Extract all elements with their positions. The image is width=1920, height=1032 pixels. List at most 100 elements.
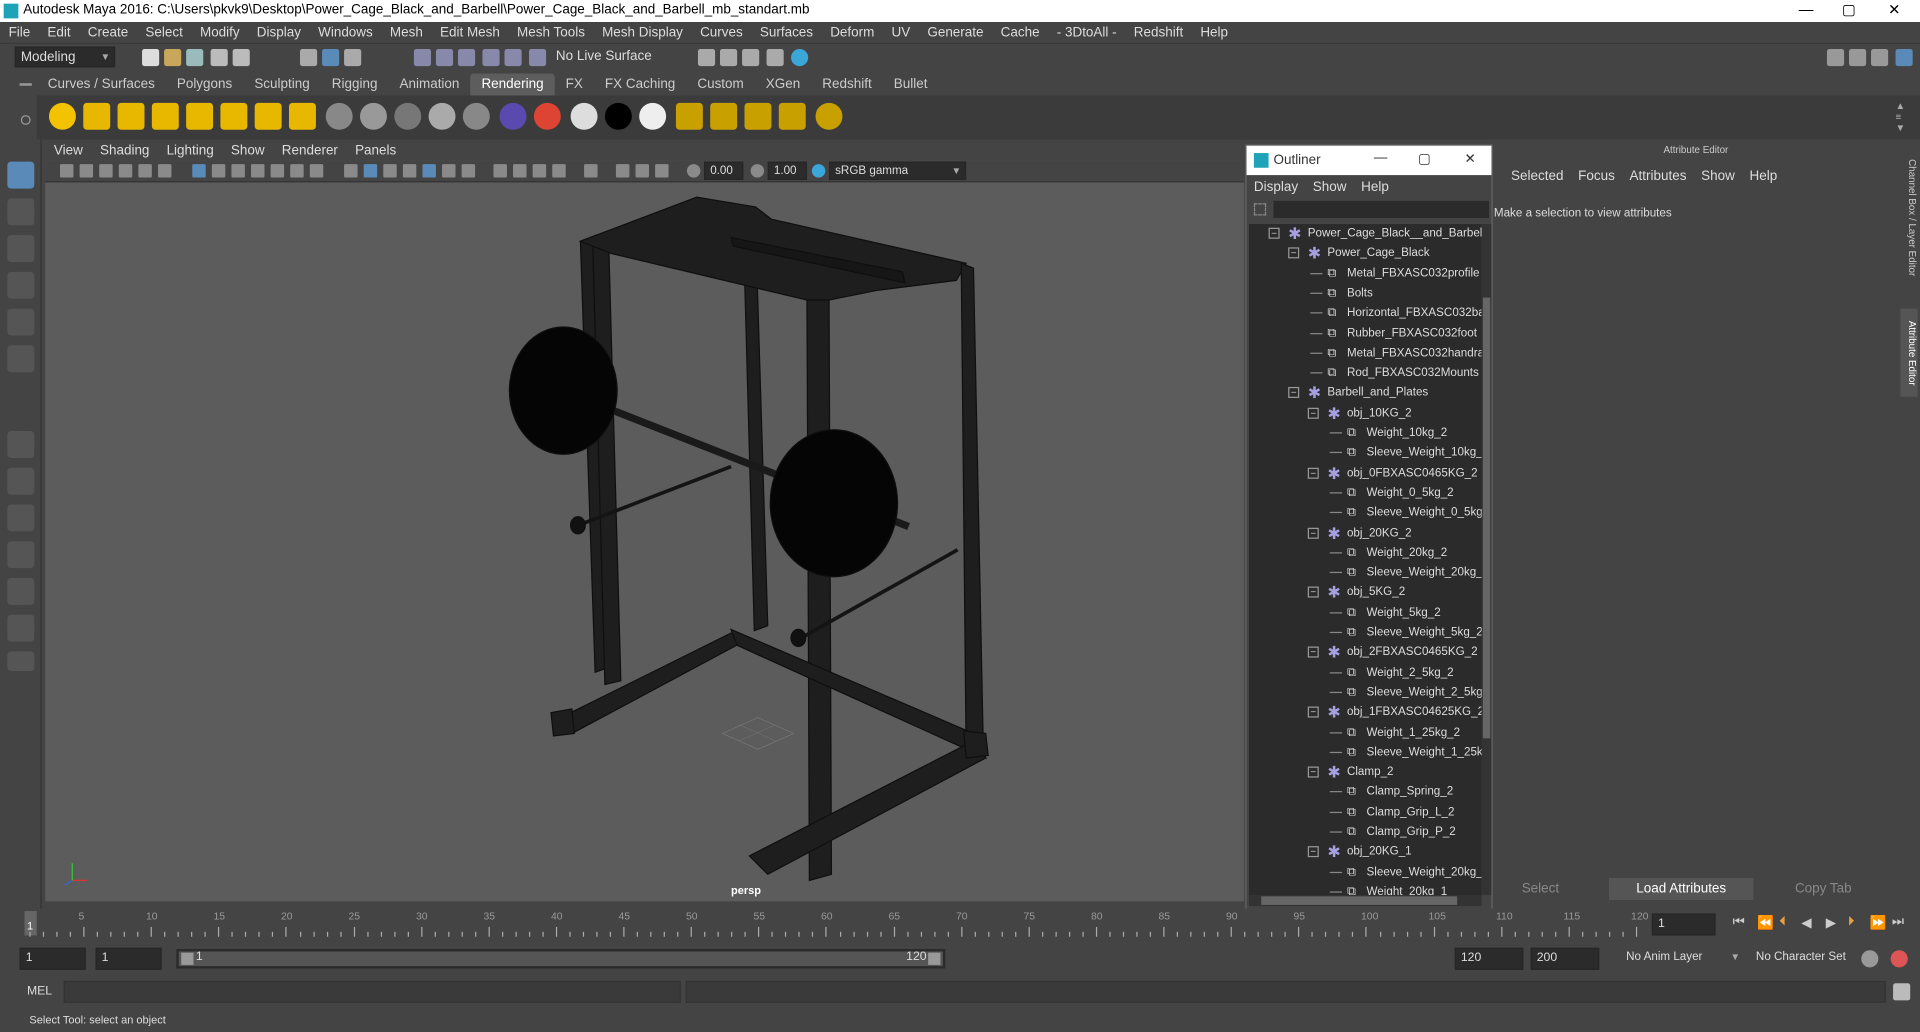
outliner-h-scroll-thumb[interactable] — [1261, 896, 1458, 905]
four-view-layout-icon[interactable] — [7, 467, 35, 495]
preferences-icon[interactable] — [1890, 950, 1908, 968]
menu-surfaces[interactable]: Surfaces — [751, 21, 821, 43]
script-language-label[interactable]: MEL — [27, 984, 52, 997]
select-component-icon[interactable] — [344, 48, 362, 67]
render-settings-icon[interactable] — [766, 48, 784, 67]
render-sequence-icon[interactable] — [744, 102, 772, 130]
step-back-frame-icon[interactable]: ⏴ — [1779, 915, 1786, 931]
menu-windows[interactable]: Windows — [310, 21, 382, 43]
menu-curves[interactable]: Curves — [691, 21, 751, 43]
shelf-tab-fx[interactable]: FX — [555, 73, 594, 95]
outliner-scrollbar[interactable] — [1481, 224, 1492, 896]
menu-cache[interactable]: Cache — [992, 21, 1048, 43]
outliner-menu-display[interactable]: Display — [1247, 178, 1306, 198]
ipr-render-icon[interactable] — [742, 48, 760, 67]
select-object-icon[interactable] — [322, 48, 340, 67]
outliner-item[interactable]: − ✱ Power_Cage_Black — [1249, 244, 1482, 264]
pan-zoom-icon[interactable] — [138, 164, 152, 178]
outliner-scroll-thumb[interactable] — [1482, 297, 1491, 739]
menu-select[interactable]: Select — [137, 21, 192, 43]
step-forward-frame-icon[interactable]: ⏵ — [1848, 915, 1855, 931]
collapse-toggle-icon[interactable]: − — [1288, 247, 1300, 259]
anti-aliasing-icon[interactable] — [513, 164, 527, 178]
single-perspective-layout-icon[interactable] — [7, 431, 35, 458]
outliner-item[interactable]: ⧉ Metal_FBXASC032profile — [1249, 264, 1482, 284]
x-ray-icon[interactable] — [584, 164, 598, 178]
range-start-handle[interactable] — [181, 952, 194, 965]
redo-icon[interactable] — [232, 48, 250, 67]
playback-end-field[interactable]: 120 — [1454, 947, 1524, 970]
camera-attributes-icon[interactable] — [79, 164, 94, 178]
shadows-icon[interactable] — [442, 164, 456, 178]
menu-display[interactable]: Display — [248, 21, 309, 43]
outliner-item[interactable]: ⧉ Sleeve_Weight_10kg_ — [1249, 444, 1482, 464]
channel-box-tab[interactable]: Channel Box / Layer Editor — [1900, 149, 1918, 286]
go-to-start-icon[interactable]: ⏮ — [1733, 915, 1745, 931]
attribute-menu-help[interactable]: Help — [1742, 167, 1784, 187]
film-gate-icon[interactable] — [211, 164, 226, 178]
area-light-icon[interactable] — [186, 102, 214, 130]
menu-help[interactable]: Help — [1192, 21, 1237, 43]
menu-deform[interactable]: Deform — [822, 21, 883, 43]
viewport-menu-lighting[interactable]: Lighting — [158, 142, 222, 160]
motion-blur-icon[interactable] — [493, 164, 507, 178]
range-bar-fill[interactable] — [178, 951, 943, 967]
filter-icon[interactable] — [1253, 203, 1267, 216]
rotate-tool-icon[interactable] — [7, 308, 35, 336]
select-hierarchy-icon[interactable] — [300, 48, 318, 67]
save-scene-icon[interactable] — [186, 48, 204, 67]
menu-mesh[interactable]: Mesh — [381, 21, 431, 43]
toggle-channel-box-icon[interactable] — [1871, 48, 1889, 67]
shelf-tab-xgen[interactable]: XGen — [755, 73, 811, 95]
viewport-menu-view[interactable]: View — [45, 142, 91, 160]
snap-view-icon[interactable] — [482, 48, 500, 67]
step-forward-key-icon[interactable]: ⏩ — [1870, 915, 1887, 931]
outliner-item[interactable]: − ✱ obj_5KG_2 — [1249, 583, 1482, 603]
shelf-tab-sculpting[interactable]: Sculpting — [243, 73, 320, 95]
outliner-item[interactable]: − ✱ obj_2FBXASC0465KG_2 — [1249, 643, 1482, 663]
shelf-tab-animation[interactable]: Animation — [388, 73, 470, 95]
panel-layout-icon[interactable] — [1848, 48, 1867, 67]
ramp-shader-icon[interactable] — [533, 102, 561, 130]
lasso-tool-icon[interactable] — [7, 198, 35, 226]
menu-uv[interactable]: UV — [883, 21, 919, 43]
outliner-item[interactable]: − ✱ Power_Cage_Black__and_Barbell — [1249, 224, 1482, 244]
outliner-item[interactable]: ⧉ Horizontal_FBXASC032ba — [1249, 304, 1482, 324]
anisotropic-material-icon[interactable] — [325, 102, 353, 130]
outliner-item[interactable]: ⧉ Clamp_Grip_P_2 — [1249, 823, 1482, 843]
auto-key-icon[interactable] — [1861, 950, 1879, 968]
gamma-field[interactable]: 1.00 — [767, 161, 807, 181]
shelf-tab-fx-caching[interactable]: FX Caching — [594, 73, 686, 95]
outliner-item[interactable]: ⧉ Sleeve_Weight_20kg_ — [1249, 863, 1482, 883]
shading-map-icon[interactable] — [570, 102, 598, 130]
collapse-toggle-icon[interactable]: − — [1307, 766, 1319, 778]
render-view-icon[interactable] — [697, 48, 716, 67]
outliner-item[interactable]: − ✱ obj_1FBXASC04625KG_2 — [1249, 703, 1482, 723]
anim-layer-selector[interactable]: No Anim Layer ▼ — [1621, 947, 1744, 970]
menu-3dtoall[interactable]: - 3DtoAll - — [1048, 21, 1125, 43]
play-backwards-icon[interactable]: ◀ — [1801, 915, 1811, 931]
isolate-select-icon[interactable] — [552, 164, 566, 178]
outliner-close-button[interactable]: ✕ — [1465, 151, 1476, 167]
textured-icon[interactable] — [402, 164, 417, 178]
outliner-item[interactable]: − ✱ obj_10KG_2 — [1249, 404, 1482, 424]
menu-create[interactable]: Create — [79, 21, 137, 43]
field-chart-icon[interactable] — [270, 164, 285, 178]
copy-tab-button[interactable]: Copy Tab — [1756, 878, 1891, 900]
outliner-item[interactable]: ⧉ Weight_1_25kg_2 — [1249, 723, 1482, 743]
outliner-minimize-button[interactable]: — — [1374, 151, 1387, 166]
outliner-item[interactable]: ⧉ Clamp_Spring_2 — [1249, 783, 1482, 803]
new-scene-icon[interactable] — [142, 48, 160, 67]
select-button[interactable]: Select — [1494, 878, 1587, 900]
snap-point-icon[interactable] — [457, 48, 476, 67]
snap-curve-icon[interactable] — [435, 48, 454, 67]
shelf-tab-rendering[interactable]: Rendering — [470, 73, 555, 96]
playback-start-field[interactable]: 1 — [95, 947, 162, 970]
outliner-item[interactable]: ⧉ Weight_5kg_2 — [1249, 603, 1482, 623]
shelf-tab-polygons[interactable]: Polygons — [166, 73, 243, 95]
play-forwards-icon[interactable]: ▶ — [1826, 915, 1836, 931]
blinn-material-icon[interactable] — [360, 102, 387, 130]
toggle-attribute-editor-icon[interactable] — [1895, 48, 1913, 67]
animation-end-field[interactable]: 200 — [1530, 947, 1600, 970]
render-frame-icon[interactable] — [720, 48, 738, 67]
